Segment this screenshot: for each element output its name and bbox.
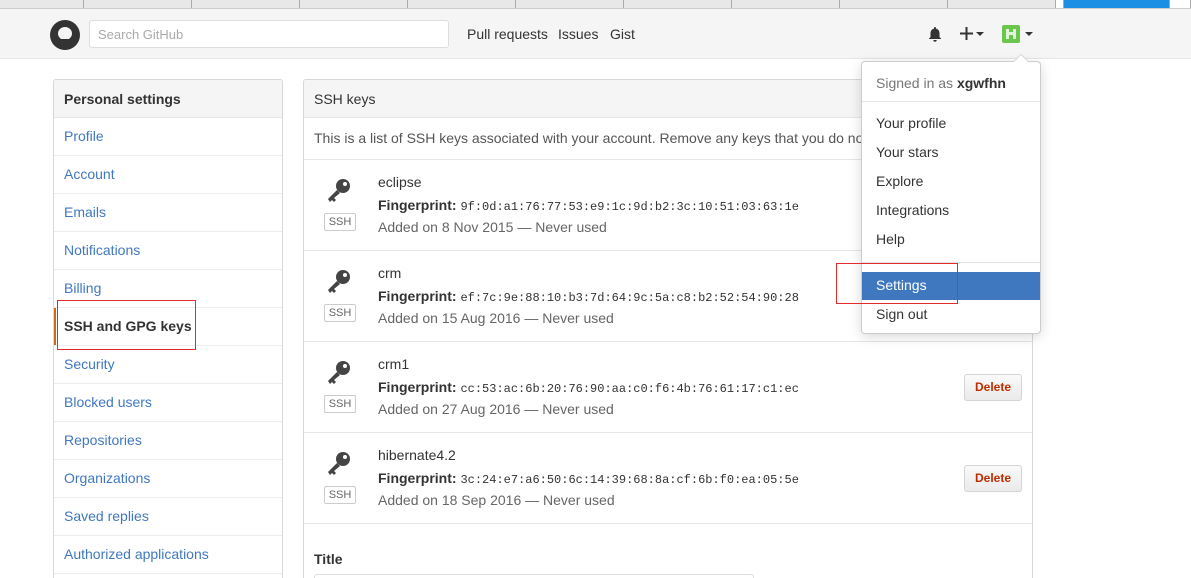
fingerprint-value: cc:53:ac:6b:20:76:90:aa:c0:f6:4b:76:61:1… [460,382,799,396]
signed-in-prefix: Signed in as [876,75,954,91]
menu-item-your-profile[interactable]: Your profile [862,110,1040,138]
ssh-key-row: SSH hibernate4.2 Fingerprint: 3c:24:e7:a6:… [304,433,1032,524]
nav-pull-requests[interactable]: Pull requests [467,26,548,42]
sidebar-item-profile[interactable]: Profile [54,118,282,156]
key-title: crm1 [378,356,410,372]
ssh-badge: SSH [324,486,356,504]
browser-tab[interactable] [516,0,624,8]
sidebar-item-authorized-applications[interactable]: Authorized applications [54,536,282,574]
ssh-badge: SSH [324,213,356,231]
sidebar-item-organizations[interactable]: Organizations [54,460,282,498]
browser-tab[interactable] [1056,0,1064,8]
key-title: hibernate4.2 [378,447,456,463]
key-added-date: Added on 8 Nov 2015 — Never used [378,219,607,235]
settings-sidebar: Personal settings Profile Account Emails… [53,79,283,578]
sidebar-item-billing[interactable]: Billing [54,270,282,308]
key-added-date: Added on 18 Sep 2016 — Never used [378,492,615,508]
sidebar-item-security[interactable]: Security [54,346,282,384]
browser-tab[interactable] [408,0,516,8]
browser-tab[interactable] [1170,0,1191,8]
key-fingerprint: Fingerprint: cc:53:ac:6b:20:76:90:aa:c0:… [378,379,799,396]
fingerprint-label: Fingerprint: [378,470,457,486]
chevron-down-icon [1025,32,1033,36]
user-dropdown-menu: Signed in as xgwfhn Your profile Your st… [861,54,1041,334]
browser-tab-strip [0,0,1191,9]
sidebar-item-repositories[interactable]: Repositories [54,422,282,460]
divider [862,101,1040,102]
search-input[interactable] [89,20,449,48]
signed-in-username: xgwfhn [956,75,1006,91]
ssh-badge: SSH [324,395,356,413]
key-fingerprint: Fingerprint: ef:7c:9e:88:10:b3:7d:64:9c:… [378,288,799,305]
key-icon [326,178,352,204]
fingerprint-label: Fingerprint: [378,379,457,395]
nav-gist[interactable]: Gist [610,26,635,42]
menu-item-explore[interactable]: Explore [862,168,1040,196]
fingerprint-label: Fingerprint: [378,197,457,213]
menu-item-integrations[interactable]: Integrations [862,197,1040,225]
signed-in-as: Signed in as xgwfhn [876,75,1006,91]
site-header: Pull requests Issues Gist [0,9,1191,59]
browser-tab[interactable] [84,0,192,8]
bell-icon[interactable] [927,26,943,43]
ssh-key-row: SSH crm1 Fingerprint: cc:53:ac:6b:20:76:90… [304,342,1032,433]
menu-item-help[interactable]: Help [862,226,1040,254]
key-added-date: Added on 27 Aug 2016 — Never used [378,401,614,417]
nav-issues[interactable]: Issues [558,26,598,42]
key-fingerprint: Fingerprint: 3c:24:e7:a6:50:6c:14:39:68:… [378,470,799,487]
sidebar-item-ssh-gpg-keys[interactable]: SSH and GPG keys [54,308,282,346]
delete-key-button[interactable]: Delete [964,465,1022,492]
fingerprint-label: Fingerprint: [378,288,457,304]
avatar[interactable] [1002,25,1020,43]
fingerprint-value: 3c:24:e7:a6:50:6c:14:39:68:8a:cf:6b:f0:e… [460,473,799,487]
sidebar-item-blocked-users[interactable]: Blocked users [54,384,282,422]
browser-tab[interactable] [300,0,408,8]
sidebar-item-emails[interactable]: Emails [54,194,282,232]
key-title: crm [378,265,402,281]
title-label: Title [314,551,343,567]
sidebar-item-notifications[interactable]: Notifications [54,232,282,270]
menu-item-settings[interactable]: Settings [862,272,1040,300]
title-input[interactable] [314,574,754,578]
fingerprint-value: 9f:0d:a1:76:77:53:e9:1c:9d:b2:3c:10:51:0… [460,200,799,214]
divider [862,262,1040,263]
browser-tab[interactable] [624,0,732,8]
github-logo-icon[interactable] [50,20,80,50]
key-added-date: Added on 15 Aug 2016 — Never used [378,310,614,326]
browser-tab[interactable] [732,0,840,8]
key-icon [326,269,352,295]
menu-item-sign-out[interactable]: Sign out [862,301,1040,329]
browser-tab-active[interactable] [1064,0,1170,8]
key-title: eclipse [378,174,422,190]
sidebar-item-account[interactable]: Account [54,156,282,194]
fingerprint-value: ef:7c:9e:88:10:b3:7d:64:9c:5a:c8:b2:52:5… [460,291,799,305]
browser-tab[interactable] [0,0,84,8]
key-fingerprint: Fingerprint: 9f:0d:a1:76:77:53:e9:1c:9d:… [378,197,799,214]
browser-tab[interactable] [192,0,300,8]
browser-tab[interactable] [840,0,948,8]
chevron-down-icon [976,32,984,36]
key-icon [326,451,352,477]
key-icon [326,360,352,386]
sidebar-heading: Personal settings [54,80,282,118]
sidebar-item-saved-replies[interactable]: Saved replies [54,498,282,536]
delete-key-button[interactable]: Delete [964,374,1022,401]
ssh-badge: SSH [324,304,356,322]
plus-icon[interactable] [960,27,973,40]
menu-item-your-stars[interactable]: Your stars [862,139,1040,167]
browser-tab[interactable] [948,0,1056,8]
